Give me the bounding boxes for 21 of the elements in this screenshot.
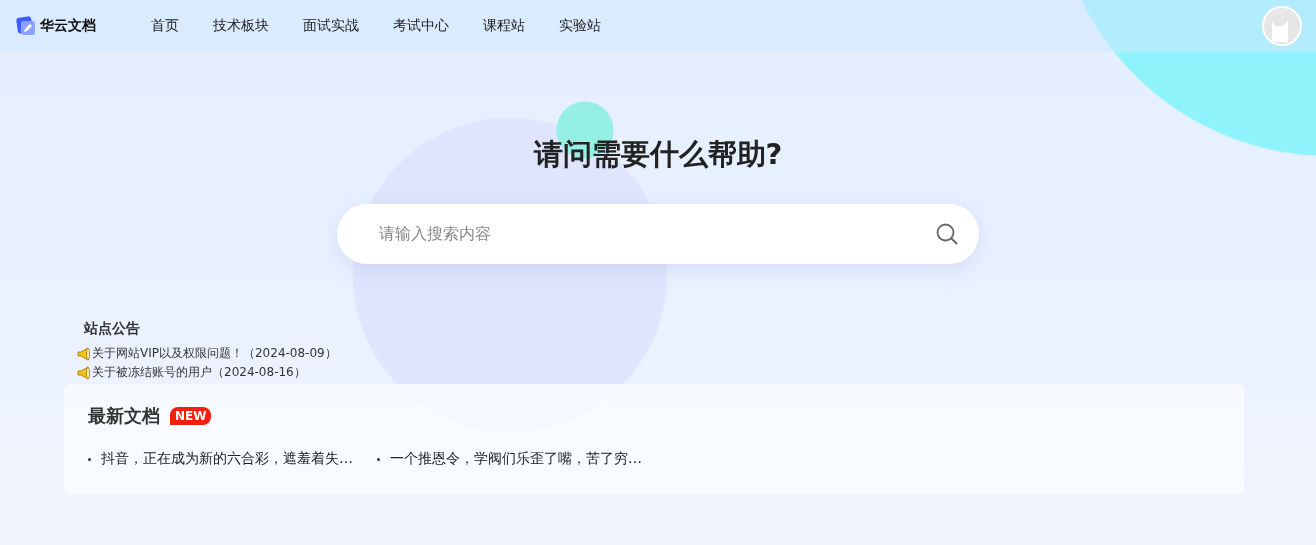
nav-link[interactable]: 面试实战 (303, 17, 359, 35)
new-badge: NEW (170, 407, 212, 425)
notice-link[interactable]: 关于被冻结账号的用户（2024-08-16） (92, 364, 306, 381)
logo-text: 华云文档 (40, 17, 96, 35)
nav-link[interactable]: 课程站 (483, 17, 525, 35)
section-title: 最新文档 (88, 404, 160, 428)
megaphone-icon (76, 364, 92, 381)
doc-link[interactable]: 一个推恩令，学阀们乐歪了嘴，苦了穷… (377, 450, 642, 468)
search-input[interactable]: 请输入搜索内容 (377, 213, 935, 255)
nav-link[interactable]: 实验站 (559, 17, 601, 35)
search-icon[interactable] (935, 222, 959, 246)
doc-link[interactable]: 抖音，正在成为新的六合彩，遮羞着失… (88, 450, 353, 468)
hero-title: 请问需要什么帮助? (533, 136, 783, 173)
logo-icon (16, 16, 36, 36)
notice-link[interactable]: 关于网站VIP以及权限问题！（2024-08-09） (92, 345, 337, 362)
search-field[interactable]: 请输入搜索内容 (337, 204, 979, 264)
nav-link[interactable]: 首页 (151, 17, 179, 35)
nav-link[interactable]: 技术板块 (213, 17, 269, 35)
megaphone-icon (76, 345, 92, 362)
nav-link[interactable]: 考试中心 (393, 17, 449, 35)
notice-title: 站点公告 (84, 320, 141, 338)
